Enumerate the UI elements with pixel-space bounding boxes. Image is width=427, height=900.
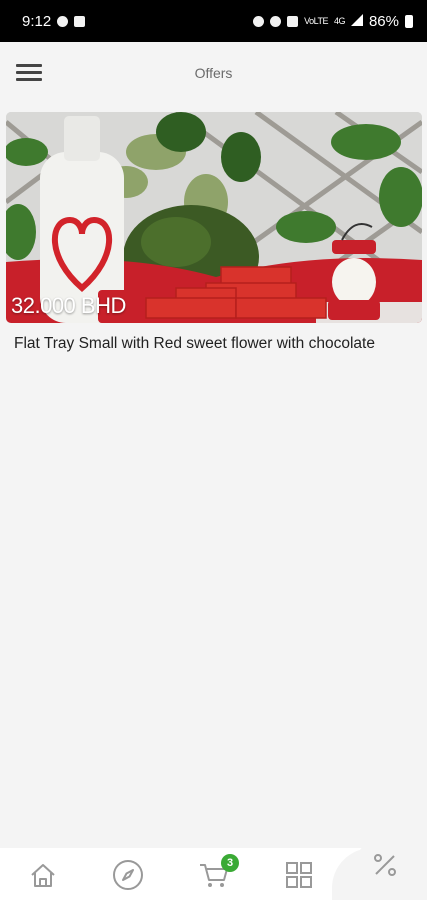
gallery-icon	[74, 15, 86, 27]
app-bar: Offers	[0, 42, 427, 102]
battery-percent: 86%	[368, 12, 399, 30]
offer-price: 32.000 BHD	[11, 293, 126, 318]
home-icon	[31, 864, 55, 887]
signal-icon	[350, 13, 363, 30]
offers-fab[interactable]	[356, 836, 414, 894]
cart-count-badge: 3	[221, 854, 239, 872]
nav-explore[interactable]	[111, 858, 145, 892]
status-bar: 9:12 VoLTE 4G 86%	[0, 0, 427, 42]
vibrate-icon	[287, 15, 299, 27]
network-gen-label: 4G	[333, 15, 346, 26]
grid-icon	[286, 862, 312, 888]
offer-title[interactable]: Flat Tray Small with Red sweet flower wi…	[6, 333, 422, 354]
status-left: 9:12	[22, 12, 86, 30]
bluetooth-icon	[270, 15, 282, 27]
nav-categories[interactable]	[282, 858, 316, 892]
offer-photo	[6, 112, 422, 323]
battery-icon	[405, 14, 413, 28]
status-time: 9:12	[22, 12, 52, 30]
alarm-icon	[253, 15, 265, 27]
notification-icon	[57, 15, 69, 27]
compass-icon	[113, 860, 143, 890]
percent-icon	[374, 854, 396, 876]
volte-label: VoLTE	[304, 15, 328, 26]
page-title: Offers	[194, 65, 233, 81]
status-right: VoLTE 4G 86%	[253, 13, 413, 30]
offer-image[interactable]: 32.000 BHD	[6, 112, 422, 323]
offer-card[interactable]: 32.000 BHD Flat Tray Small with Red swee…	[6, 112, 422, 354]
nav-home[interactable]	[26, 858, 60, 892]
nav-cart[interactable]: 3	[197, 854, 239, 892]
